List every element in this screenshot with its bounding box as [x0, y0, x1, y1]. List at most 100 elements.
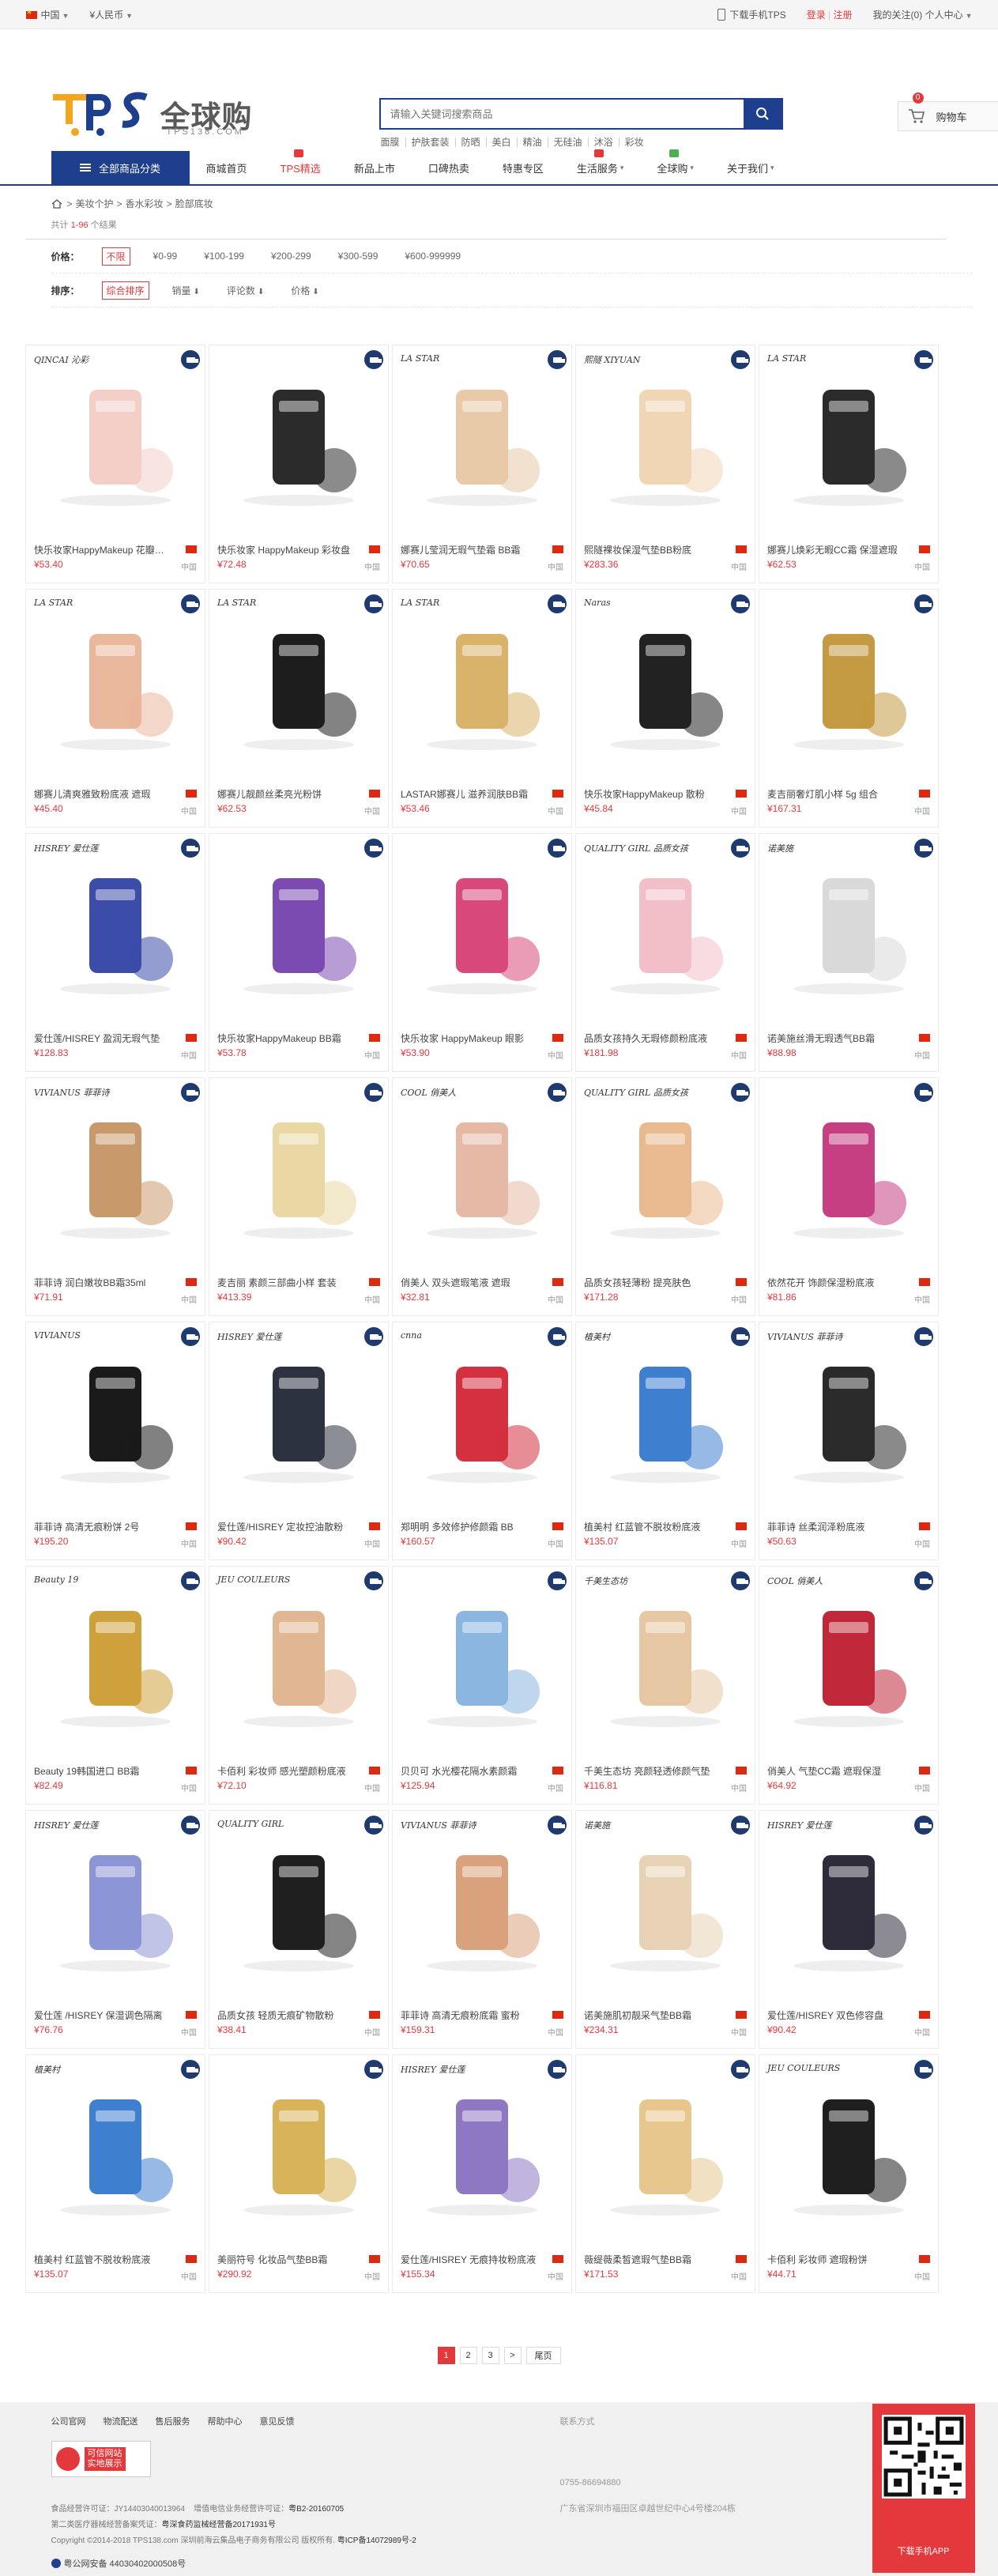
product-card[interactable]: HISREY 爱仕莲 爱仕莲/HISREY 无痕持妆粉底液 ¥155.34 中国	[392, 2054, 572, 2293]
product-image[interactable]	[216, 596, 382, 762]
product-image[interactable]	[216, 1573, 382, 1739]
product-name[interactable]: 熙隧裸妆保湿气垫BB粉底	[584, 543, 723, 556]
product-name[interactable]: 俏美人 双头遮瑕笔液 遮瑕	[401, 1276, 540, 1289]
product-image[interactable]	[582, 840, 748, 1006]
product-card[interactable]: LA STAR 娜赛儿焕彩无暇CC霜 保湿遮瑕 ¥62.53 中国	[759, 345, 939, 583]
nav-item[interactable]: 新品上市	[337, 151, 412, 184]
price-filter-option[interactable]: ¥0-99	[149, 249, 182, 263]
product-card[interactable]: Naras 快乐妆家HappyMakeup 散粉 ¥45.84 中国	[575, 589, 755, 828]
product-card[interactable]: 快乐妆家HappyMakeup BB霜 ¥53.78 中国	[209, 833, 389, 1072]
nav-item[interactable]: 口碑热卖	[412, 151, 486, 184]
product-image[interactable]	[766, 1084, 932, 1250]
product-image[interactable]	[216, 1084, 382, 1250]
product-image[interactable]	[399, 1329, 565, 1495]
product-card[interactable]: VIVIANUS 菲菲诗 菲菲诗 丝柔润泽粉底液 ¥50.63 中国	[759, 1322, 939, 1560]
footer-link[interactable]: 帮助中心	[208, 2415, 243, 2427]
product-name[interactable]: 品质女孩持久无瑕修颜粉底液	[584, 1032, 723, 1045]
product-name[interactable]: 植美村 红蓝管不脱妆粉底液	[584, 1520, 723, 1533]
product-card[interactable]: 熙隧 XIYUAN 熙隧裸妆保湿气垫BB粉底 ¥283.36 中国	[575, 345, 755, 583]
cart-button[interactable]: 0 购物车	[897, 92, 998, 131]
product-image[interactable]	[766, 596, 932, 762]
product-image[interactable]	[582, 1817, 748, 1983]
last-page-button[interactable]: 尾页	[525, 2347, 561, 2364]
breadcrumb-link[interactable]: 香水彩妆	[126, 197, 164, 210]
product-name[interactable]: 植美村 红蓝管不脱妆粉底液	[34, 2253, 173, 2266]
product-name[interactable]: 快乐妆家 HappyMakeup 彩妆盘	[217, 543, 356, 556]
product-card[interactable]: QUALITY GIRL 品质女孩 轻质无痕矿物散粉 ¥38.41 中国	[209, 1810, 389, 2049]
product-card[interactable]: LA STAR 娜赛儿靓颜丝柔亮光粉饼 ¥62.53 中国	[209, 589, 389, 828]
country-selector[interactable]: 中国▼	[25, 8, 69, 21]
product-name[interactable]: 菲菲诗 润白嫩妆BB霜35ml	[34, 1276, 173, 1289]
product-name[interactable]: 娜赛儿清爽雅致粉底液 遮瑕	[34, 787, 173, 801]
sort-option[interactable]: 价格 ⬇	[287, 282, 322, 299]
hot-search-link[interactable]: 彩妆	[618, 138, 650, 147]
product-name[interactable]: 品质女孩轻薄粉 提亮肤色	[584, 1276, 723, 1289]
product-card[interactable]: 贝贝可 水光樱花隔水素颜霜 ¥125.94 中国	[392, 1566, 572, 1805]
price-filter-option[interactable]: ¥300-599	[334, 249, 382, 263]
product-image[interactable]	[766, 1817, 932, 1983]
price-filter-option[interactable]: 不限	[101, 247, 130, 266]
product-name[interactable]: 爱仕莲/HISREY 盈润无瑕气垫	[34, 1032, 173, 1045]
product-image[interactable]	[399, 352, 565, 518]
product-name[interactable]: 快乐妆家HappyMakeup 花瓣腮红	[34, 543, 173, 556]
sort-option[interactable]: 综合排序	[101, 281, 149, 300]
nav-item[interactable]: 商城首页	[190, 151, 264, 184]
product-image[interactable]	[216, 1817, 382, 1983]
nav-item[interactable]: TPS精选	[264, 149, 337, 184]
sort-option[interactable]: 销量 ⬇	[168, 282, 204, 299]
personal-center-link[interactable]: 个人中心 ▼	[925, 9, 973, 21]
product-card[interactable]: JEU COULEURS 卡佰利 彩妆师 遮瑕粉饼 ¥44.71 中国	[759, 2054, 939, 2293]
product-card[interactable]: HISREY 爱仕莲 爱仕莲/HISREY 盈润无瑕气垫 ¥128.83 中国	[25, 833, 205, 1072]
footer-link[interactable]: 物流配送	[104, 2415, 138, 2427]
footer-link[interactable]: 售后服务	[156, 2415, 190, 2427]
product-card[interactable]: QUALITY GIRL 品质女孩 品质女孩轻薄粉 提亮肤色 ¥171.28 中国	[575, 1077, 755, 1316]
product-name[interactable]: 诺美施丝滑无瑕透气BB霜	[767, 1032, 906, 1045]
product-name[interactable]: 爱仕莲/HISREY 定妆控油散粉	[217, 1520, 356, 1533]
product-image[interactable]	[399, 1817, 565, 1983]
product-name[interactable]: 菲菲诗 高清无痕粉饼 2号	[34, 1520, 173, 1533]
product-image[interactable]	[766, 1573, 932, 1739]
footer-link[interactable]: 公司官网	[51, 2415, 86, 2427]
page-number-button[interactable]: 1	[437, 2347, 455, 2364]
product-name[interactable]: 爱仕莲/HISREY 无痕持妆粉底液	[401, 2253, 540, 2266]
product-card[interactable]: VIVIANUS 菲菲诗 菲菲诗 高清无痕粉底霜 蜜粉 ¥159.31 中国	[392, 1810, 572, 2049]
product-image[interactable]	[766, 840, 932, 1006]
product-card[interactable]: QINCAI 沁彩 快乐妆家HappyMakeup 花瓣腮红 ¥53.40 中国	[25, 345, 205, 583]
product-image[interactable]	[32, 352, 198, 518]
product-image[interactable]	[32, 596, 198, 762]
product-image[interactable]	[766, 352, 932, 518]
login-link[interactable]: 登录	[807, 9, 826, 21]
product-card[interactable]: 美丽符号 化妆品气垫BB霜 ¥290.92 中国	[209, 2054, 389, 2293]
product-card[interactable]: LA STAR 娜赛儿清爽雅致粉底液 遮瑕 ¥45.40 中国	[25, 589, 205, 828]
product-image[interactable]	[32, 840, 198, 1006]
product-image[interactable]	[216, 352, 382, 518]
product-card[interactable]: 植美村 植美村 红蓝管不脱妆粉底液 ¥135.07 中国	[575, 1322, 755, 1560]
product-card[interactable]: 诺美施 诺美施丝滑无瑕透气BB霜 ¥88.98 中国	[759, 833, 939, 1072]
my-follow-link[interactable]: 我的关注(0)	[873, 9, 923, 21]
page-number-button[interactable]: 2	[459, 2347, 477, 2364]
product-name[interactable]: 依然花开 饰颜保湿粉底液	[767, 1276, 906, 1289]
product-name[interactable]: 薇缇薇柔皙遮瑕气垫BB霜	[584, 2253, 723, 2266]
search-input[interactable]	[380, 100, 744, 128]
product-card[interactable]: COOL 俏美人 俏美人 气垫CC霜 遮瑕保湿 ¥64.92 中国	[759, 1566, 939, 1805]
product-card[interactable]: JEU COULEURS 卡佰利 彩妆师 感光塑颜粉底液 ¥72.10 中国	[209, 1566, 389, 1805]
product-image[interactable]	[399, 2061, 565, 2227]
site-logo[interactable]: 全球购 TPS138.COM	[51, 91, 257, 143]
product-name[interactable]: 美丽符号 化妆品气垫BB霜	[217, 2253, 356, 2266]
product-image[interactable]	[582, 1329, 748, 1495]
product-image[interactable]	[582, 596, 748, 762]
product-name[interactable]: 娜赛儿靓颜丝柔亮光粉饼	[217, 787, 356, 801]
nav-item[interactable]: 特惠专区	[486, 151, 560, 184]
product-card[interactable]: Beauty 19 Beauty 19韩国进口 BB霜 ¥82.49 中国	[25, 1566, 205, 1805]
nav-item[interactable]: 全球购 ▾	[640, 149, 710, 184]
product-image[interactable]	[582, 1573, 748, 1739]
product-card[interactable]: 麦吉丽 素颜三部曲小样 套装 ¥413.39 中国	[209, 1077, 389, 1316]
product-name[interactable]: 卡佰利 彩妆师 感光塑颜粉底液	[217, 1764, 356, 1778]
product-card[interactable]: LA STAR LASTAR娜赛儿 滋养润肤BB霜 ¥53.46 中国	[392, 589, 572, 828]
product-image[interactable]	[216, 840, 382, 1006]
footer-link[interactable]: 意见反馈	[260, 2415, 295, 2427]
product-card[interactable]: HISREY 爱仕莲 爱仕莲 /HISREY 保湿调色隔离 ¥76.76 中国	[25, 1810, 205, 2049]
product-card[interactable]: HISREY 爱仕莲 爱仕莲/HISREY 双色修容盘 ¥90.42 中国	[759, 1810, 939, 2049]
next-page-button[interactable]: >	[503, 2347, 522, 2364]
product-name[interactable]: 菲菲诗 高清无痕粉底霜 蜜粉	[401, 2008, 540, 2022]
